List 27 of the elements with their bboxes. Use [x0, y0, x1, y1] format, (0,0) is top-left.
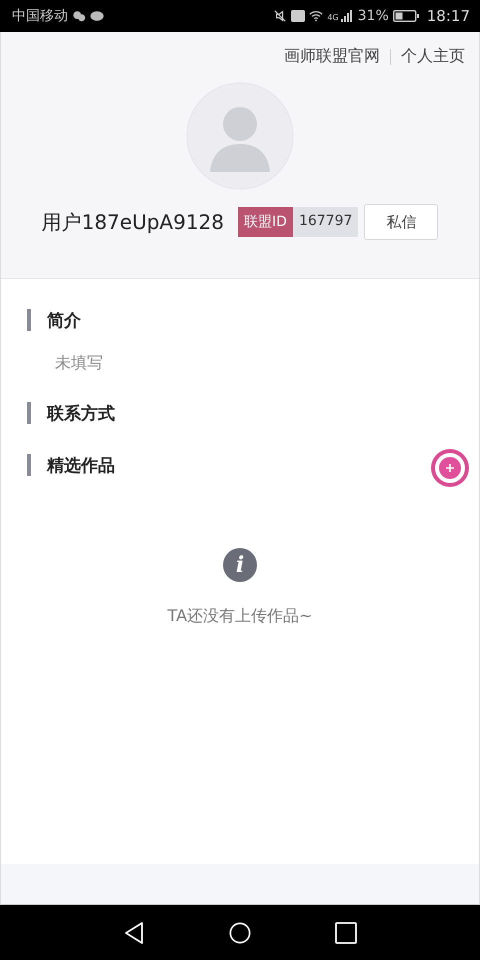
carrier-name: 中国移动 [12, 7, 68, 25]
message-button[interactable]: 私信 [364, 204, 438, 240]
wifi-icon [309, 10, 324, 22]
id-label: 联盟ID [238, 207, 293, 237]
signal-icon [340, 10, 354, 22]
username: 用户187eUpA9128 [42, 208, 224, 236]
message-icon [90, 10, 104, 22]
mute-icon [273, 10, 288, 22]
back-icon [123, 920, 145, 944]
battery-icon [392, 10, 419, 22]
info-icon: i [223, 548, 257, 582]
section-text: 未填写 [54, 352, 104, 374]
network-label: 4G [327, 13, 339, 22]
section-title: 联系方式 [47, 402, 115, 424]
empty-message: TA还没有上传作品~ [168, 606, 312, 627]
section-title: 简介 [47, 310, 81, 332]
battery-percent: 31% [358, 8, 389, 24]
home-icon [229, 920, 251, 944]
clock-time: 18:17 [426, 7, 470, 25]
id-value: 167797 [292, 207, 358, 237]
avatar-icon [186, 82, 294, 190]
recents-icon [335, 920, 357, 944]
plus-icon [445, 463, 455, 473]
section-title: 精选作品 [47, 454, 115, 476]
header-link[interactable]: 画师联盟官网 [284, 46, 380, 67]
chat-icon [72, 10, 86, 22]
header-link[interactable]: 个人主页 [401, 46, 465, 67]
